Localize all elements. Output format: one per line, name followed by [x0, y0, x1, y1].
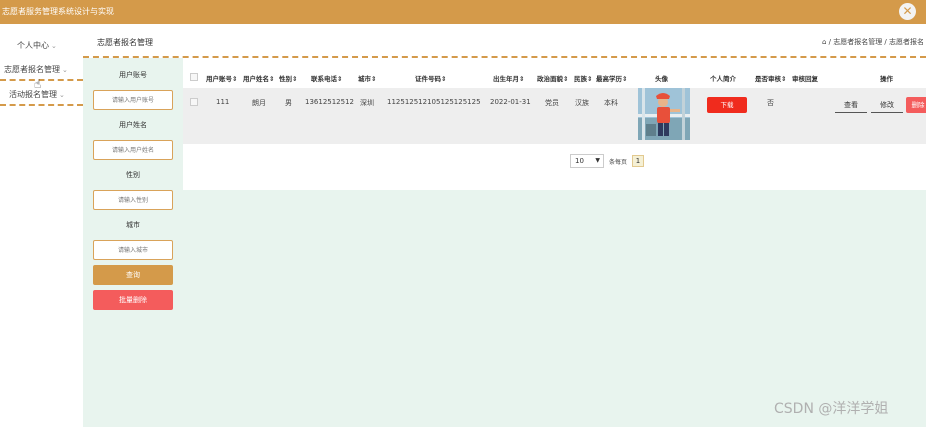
col-ethnicity[interactable]: 民族⇕	[574, 73, 592, 83]
filter-label-name: 用户姓名	[119, 121, 147, 129]
cell-city: 深圳	[360, 99, 374, 107]
breadcrumb[interactable]: ⌂ / 志愿者报名管理 / 志愿者报名	[822, 37, 924, 47]
col-phone[interactable]: 联系电话⇕	[311, 73, 342, 83]
city-input[interactable]	[93, 240, 173, 260]
batch-delete-button[interactable]: 批量删除	[93, 290, 173, 310]
col-gender[interactable]: 性别⇕	[279, 73, 297, 83]
edit-button[interactable]: 修改	[871, 97, 903, 113]
account-input[interactable]	[93, 90, 173, 110]
col-intro: 个人简介	[710, 75, 736, 83]
download-button[interactable]: 下载	[707, 97, 747, 113]
watermark: CSDN @洋洋学姐	[774, 401, 889, 417]
filter-label-gender: 性别	[126, 171, 140, 179]
col-name[interactable]: 用户姓名⇕	[243, 73, 274, 83]
table-header: 用户账号⇕ 用户姓名⇕ 性别⇕ 联系电话⇕ 城市⇕ 证件号码⇕ 出生年月⇕ 政治…	[183, 66, 926, 88]
row-checkbox[interactable]	[190, 98, 198, 106]
cell-name: 朗月	[252, 99, 266, 107]
hand-cursor-icon: ☝	[34, 77, 42, 91]
top-bar: 志愿者服务管理系统设计与实现 ✕	[0, 0, 926, 24]
page-size-value: 10	[575, 157, 584, 165]
view-button[interactable]: 查看	[835, 97, 867, 113]
select-all-checkbox[interactable]	[190, 73, 198, 81]
sidebar-item-activity-signup[interactable]: 活动报名管理 ⌄	[0, 84, 83, 106]
col-education[interactable]: 最高学历⇕	[596, 73, 627, 83]
chevron-down-icon: ⌄	[62, 66, 68, 74]
col-actions: 操作	[880, 75, 893, 83]
page-title: 志愿者报名管理	[97, 38, 153, 47]
filter-label-city: 城市	[126, 221, 140, 229]
cell-account: 111	[216, 98, 230, 106]
delete-button[interactable]: 删除	[906, 97, 926, 113]
cell-ethnicity: 汉族	[575, 99, 589, 107]
col-account[interactable]: 用户账号⇕	[206, 73, 237, 83]
sidebar: 个人中心 ⌄ 志愿者报名管理 ⌄ 活动报名管理 ⌄	[0, 24, 83, 427]
sidebar-item-label: 志愿者报名管理	[4, 65, 60, 74]
col-birth[interactable]: 出生年月⇕	[493, 73, 524, 83]
filter-label-account: 用户账号	[119, 71, 147, 79]
col-reply: 审核回复	[792, 75, 818, 83]
cell-political: 党员	[545, 99, 559, 107]
chevron-down-icon: ⌄	[59, 91, 65, 99]
col-city[interactable]: 城市⇕	[358, 73, 376, 83]
content-background	[83, 190, 926, 427]
chevron-down-icon: ⌄	[51, 42, 57, 50]
close-icon[interactable]: ✕	[899, 3, 916, 20]
cell-reviewed: 否	[767, 99, 774, 107]
name-input[interactable]	[93, 140, 173, 160]
per-page-label: 条每页	[609, 159, 628, 166]
chevron-down-icon: ▼	[595, 157, 600, 164]
sidebar-item-personal-center[interactable]: 个人中心 ⌄	[0, 35, 83, 57]
data-table: 用户账号⇕ 用户姓名⇕ 性别⇕ 联系电话⇕ 城市⇕ 证件号码⇕ 出生年月⇕ 政治…	[183, 58, 926, 190]
filter-panel: 用户账号 用户姓名 性别 城市 查询 批量删除	[83, 58, 183, 427]
col-reviewed[interactable]: 是否审核⇕	[755, 73, 786, 83]
query-button[interactable]: 查询	[93, 265, 173, 285]
gender-input[interactable]	[93, 190, 173, 210]
sidebar-item-label: 个人中心	[17, 41, 49, 50]
avatar-photo-icon	[638, 88, 690, 140]
sidebar-item-volunteer-signup[interactable]: 志愿者报名管理 ⌄	[0, 59, 83, 81]
app-title: 志愿者服务管理系统设计与实现	[2, 7, 114, 16]
cell-phone: 13612512512	[305, 98, 354, 106]
cell-education: 本科	[604, 99, 618, 107]
page-size-select[interactable]: 10 ▼	[570, 154, 604, 168]
page-number-current[interactable]: 1	[632, 155, 644, 167]
col-avatar: 头像	[655, 75, 668, 83]
content-header: 志愿者报名管理 ⌂ / 志愿者报名管理 / 志愿者报名	[83, 24, 926, 58]
cell-gender: 男	[285, 99, 292, 107]
col-political[interactable]: 政治面貌⇕	[537, 73, 568, 83]
avatar-image	[638, 88, 690, 140]
cell-birth: 2022-01-31	[490, 98, 531, 106]
table-row: 111 朗月 男 13612512512 深圳 1125125121051251…	[183, 88, 926, 144]
sidebar-item-label: 活动报名管理	[9, 90, 57, 99]
cell-id-number: 112512512105125125125	[387, 98, 481, 106]
col-id-number[interactable]: 证件号码⇕	[415, 73, 446, 83]
